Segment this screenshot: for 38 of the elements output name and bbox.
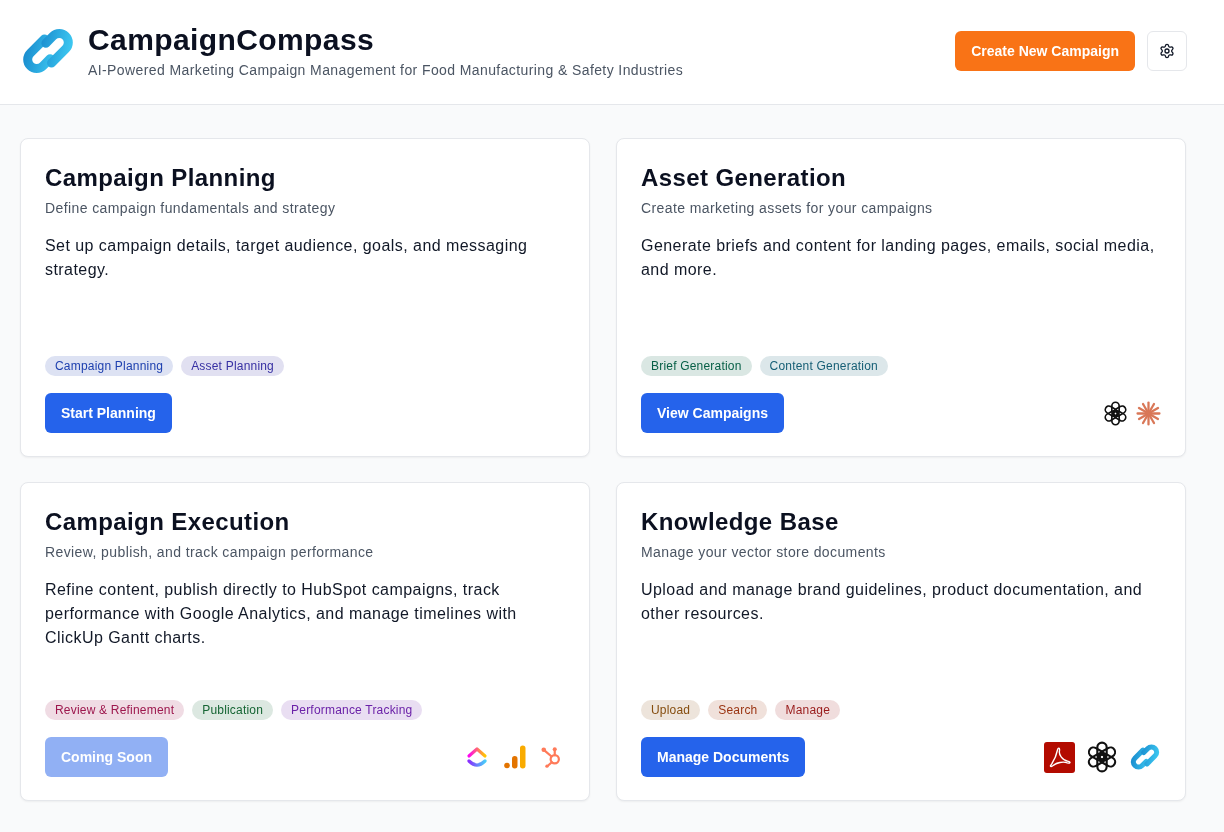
card-title: Asset Generation — [641, 163, 848, 193]
settings-button[interactable] — [1147, 31, 1187, 71]
app-title: CampaignCompass — [88, 22, 376, 58]
card-description: Set up campaign details, target audience, goals, and messaging strategy. — [45, 236, 529, 280]
category-tag: Review & Refinement — [45, 700, 185, 720]
card-subtitle: Review, publish, and track campaign performance — [45, 543, 375, 562]
category-tag: Publication — [192, 700, 274, 720]
card-action-button[interactable]: Manage Documents — [641, 737, 806, 777]
card-title: Campaign Planning — [45, 163, 277, 193]
chain-link-icon — [1129, 741, 1161, 773]
category-tag: Brief Generation — [641, 356, 752, 376]
category-tag: Campaign Planning — [45, 356, 174, 376]
card-title: Campaign Execution — [45, 507, 291, 537]
chevron-arc-icon — [465, 745, 489, 769]
category-tag: Performance Tracking — [281, 700, 423, 720]
card-description: Upload and manage brand guidelines, product documentation, and other resources. — [641, 580, 1144, 624]
card-action-button[interactable]: Start Planning — [45, 393, 172, 433]
pdf-icon — [1044, 741, 1075, 773]
card-subtitle: Define campaign fundamentals and strategy — [45, 199, 337, 218]
card-title: Knowledge Base — [641, 507, 840, 537]
create-campaign-button[interactable]: Create New Campaign — [955, 31, 1135, 71]
category-tag: Upload — [641, 700, 701, 720]
category-tag: Manage — [775, 700, 841, 720]
app-subtitle: AI-Powered Marketing Campaign Management for Food Manufacturing & Safety Industries — [88, 61, 684, 80]
starburst-icon — [1136, 400, 1161, 426]
knot-icon — [1103, 400, 1128, 426]
card-description: Refine content, publish directly to HubSpot campaigns, track performance with Google Analytics, and manage timelines with ClickUp Gantt charts. — [45, 580, 518, 648]
bar-chart-icon — [503, 745, 527, 769]
settings-icon — [1159, 43, 1175, 59]
card-subtitle: Create marketing assets for your campaigns — [641, 199, 934, 218]
card-description: Generate briefs and content for landing pages, emails, social media, and more. — [641, 236, 1156, 280]
category-tag: Search — [708, 700, 768, 720]
category-tag: Asset Planning — [181, 356, 284, 376]
card-action-button[interactable]: View Campaigns — [641, 393, 784, 433]
card-subtitle: Manage your vector store documents — [641, 543, 887, 562]
sprocket-icon — [541, 746, 563, 768]
category-tag: Content Generation — [759, 356, 888, 376]
knot-icon — [1086, 741, 1118, 773]
